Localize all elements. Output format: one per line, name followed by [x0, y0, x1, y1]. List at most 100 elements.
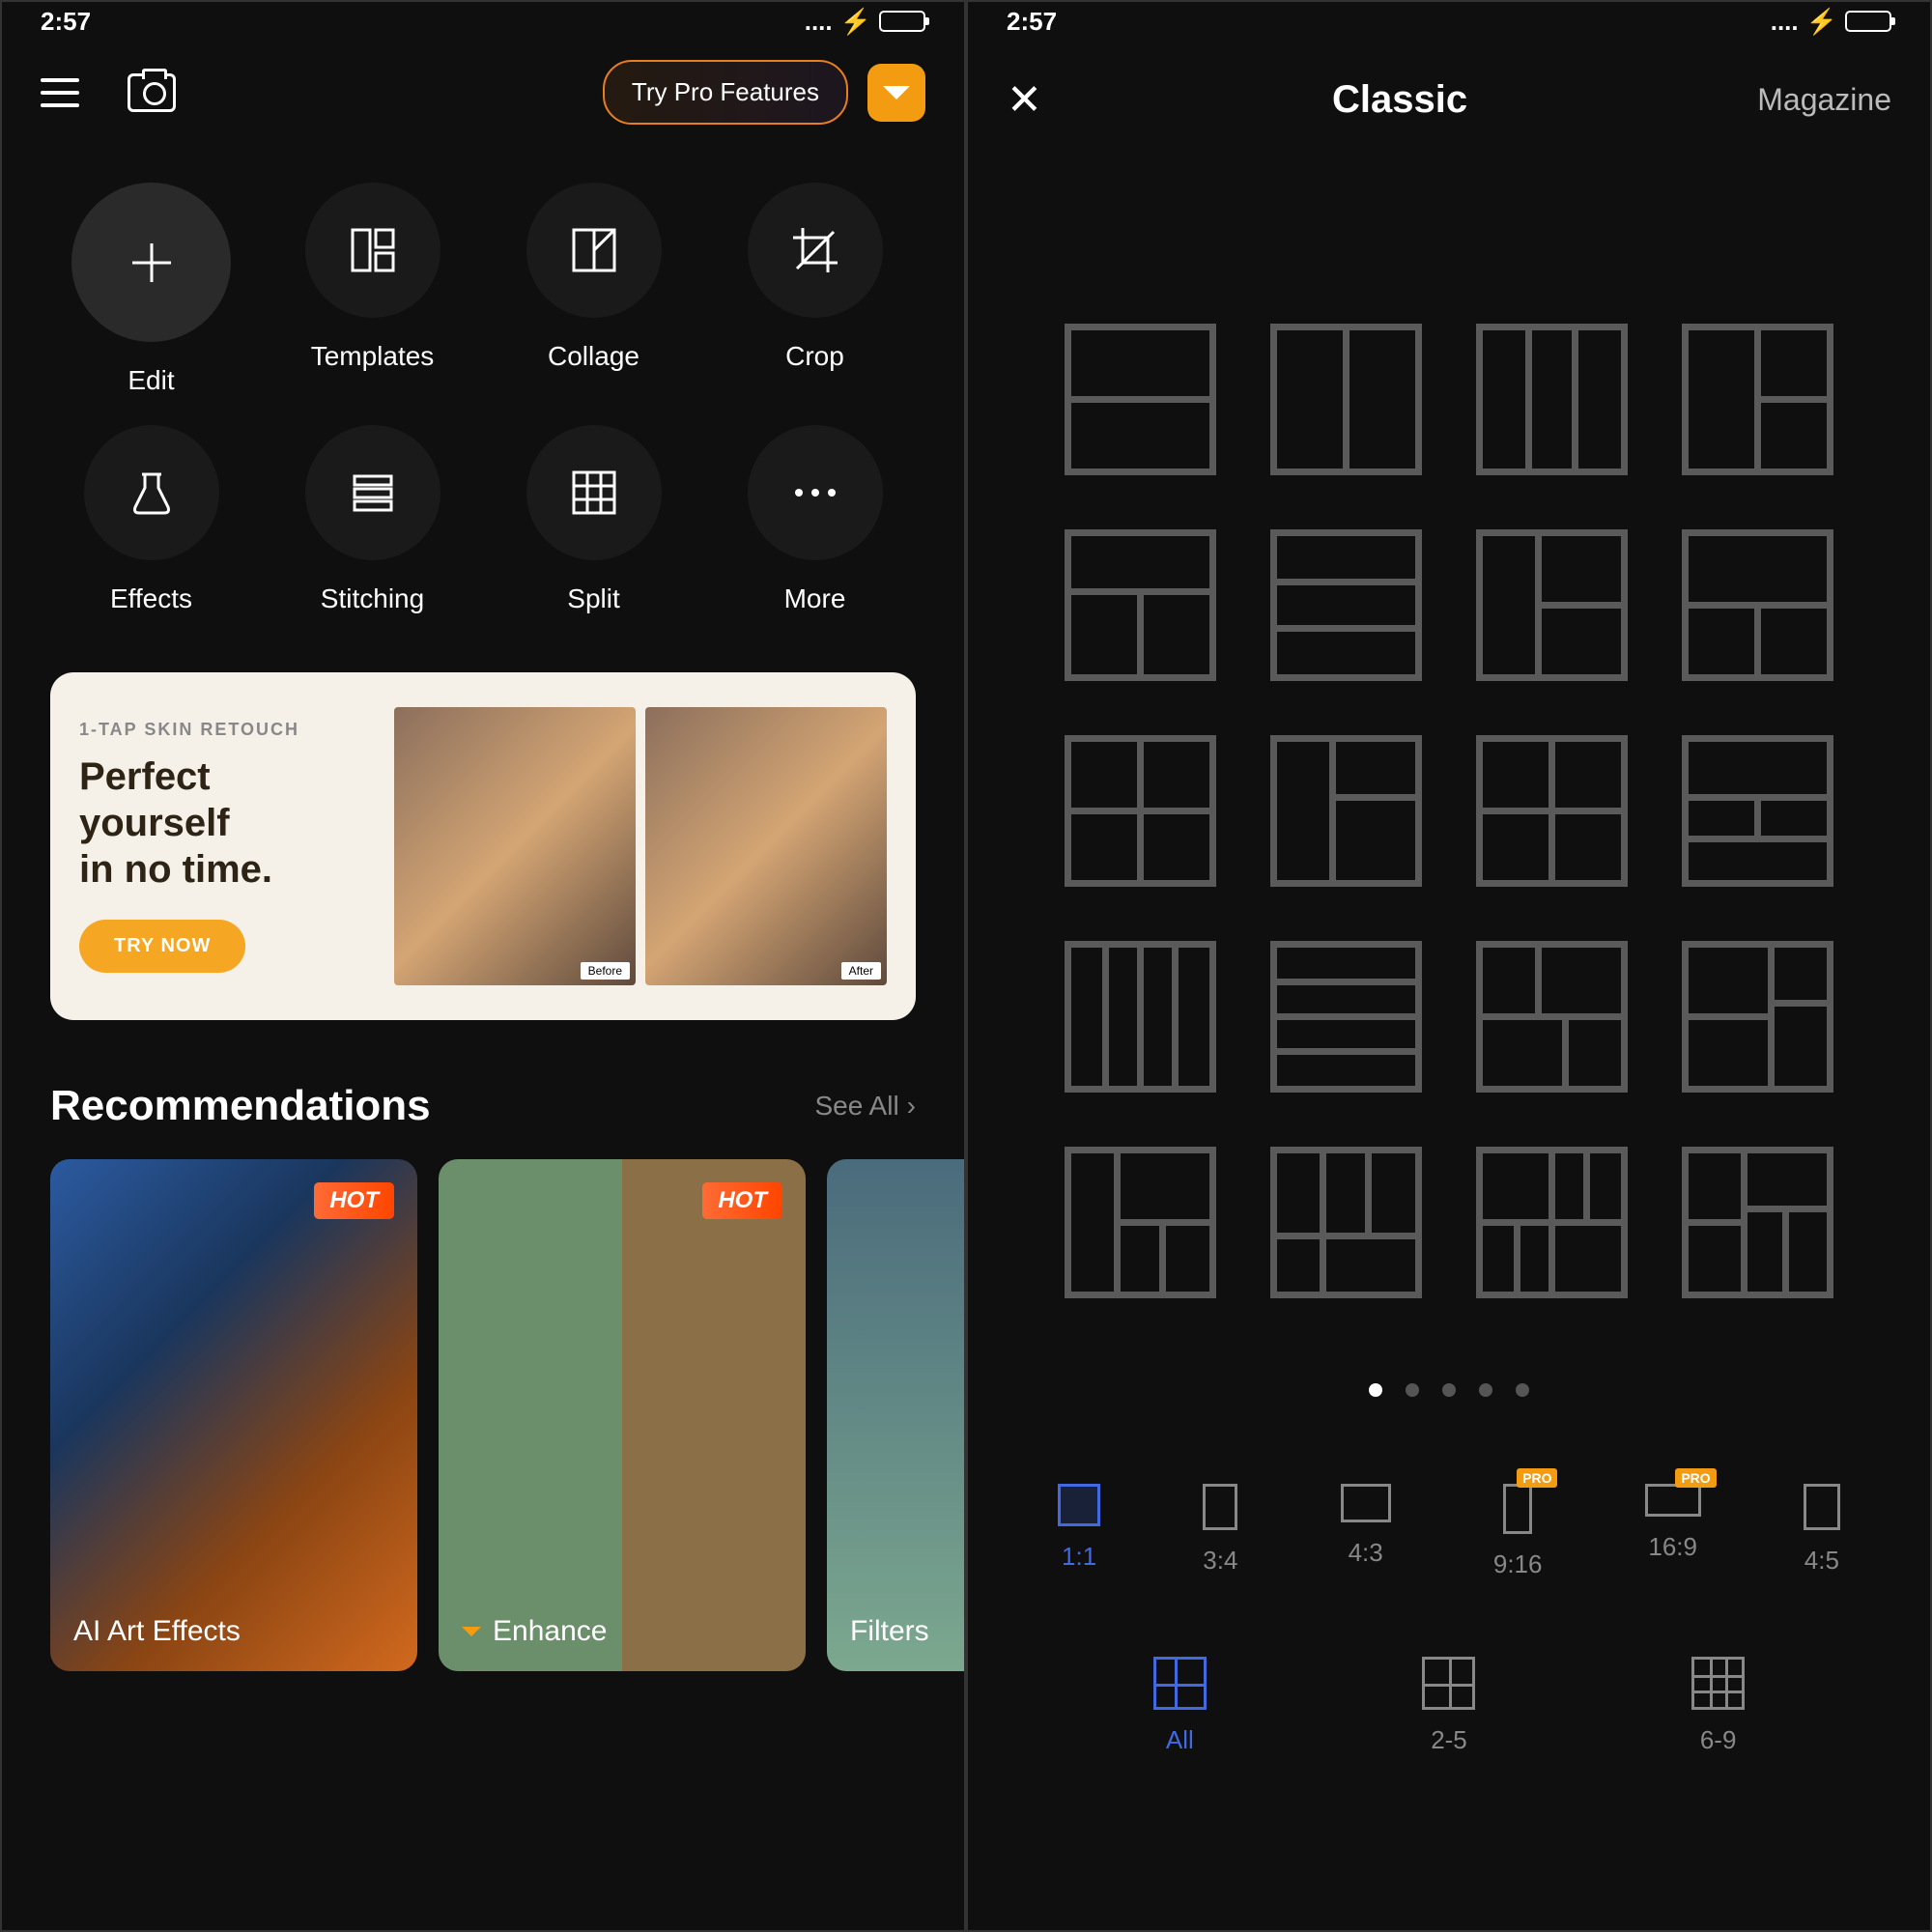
try-pro-button[interactable]: Try Pro Features	[603, 60, 848, 125]
collage-layout-option[interactable]	[1065, 941, 1216, 1093]
collage-layout-option[interactable]	[1476, 941, 1628, 1093]
ratio-label: 16:9	[1648, 1532, 1697, 1562]
collage-layout-option[interactable]	[1065, 735, 1216, 887]
diamond-icon	[462, 1627, 481, 1646]
collage-icon	[526, 183, 662, 318]
collage-layout-option[interactable]	[1476, 735, 1628, 887]
collage-header: ✕ Classic Magazine	[968, 41, 1930, 159]
grid-type-label: 6-9	[1700, 1725, 1737, 1755]
recommendations-title: Recommendations	[50, 1082, 431, 1130]
collage-layout-option[interactable]	[1270, 1147, 1422, 1298]
recommendation-label: Filters	[850, 1615, 929, 1648]
page-dot[interactable]	[1479, 1383, 1492, 1397]
grid-type-option[interactable]: 6-9	[1691, 1657, 1745, 1755]
collage-layout-option[interactable]	[1682, 324, 1833, 475]
collage-layout-option[interactable]	[1682, 1147, 1833, 1298]
page-title: Classic	[1332, 78, 1467, 122]
promo-banner[interactable]: 1-TAP SKIN RETOUCH Perfect yourself in n…	[50, 672, 916, 1020]
collage-layout-option[interactable]	[1682, 941, 1833, 1093]
aspect-ratio-option[interactable]: 1:1	[1058, 1484, 1100, 1579]
tool-edit[interactable]: Edit	[50, 183, 252, 396]
premium-button[interactable]	[867, 64, 925, 122]
ratio-icon	[1804, 1484, 1840, 1530]
ratio-icon	[1203, 1484, 1237, 1530]
grid-type-option[interactable]: All	[1153, 1657, 1207, 1755]
tool-collage[interactable]: Collage	[493, 183, 695, 396]
tool-grid: EditTemplatesCollageCrop Effects Stitching…	[2, 163, 964, 653]
grid-type-option[interactable]: 2-5	[1422, 1657, 1475, 1755]
recommendation-card[interactable]: HOTEnhance	[439, 1159, 806, 1671]
tool-stitching[interactable]: Stitching	[271, 425, 473, 614]
page-dot[interactable]	[1406, 1383, 1419, 1397]
templates-icon	[305, 183, 440, 318]
page-indicator	[968, 1356, 1930, 1484]
grid-type-icon	[1691, 1657, 1745, 1710]
recommendation-card[interactable]: Filters	[827, 1159, 964, 1671]
edit-icon	[71, 183, 231, 342]
tool-more[interactable]: More	[714, 425, 916, 614]
collage-layout-option[interactable]	[1270, 529, 1422, 681]
recommendation-label: AI Art Effects	[73, 1615, 241, 1648]
grid-type-label: 2-5	[1431, 1725, 1467, 1755]
battery-icon	[1845, 11, 1891, 32]
promo-before-image: Before	[394, 707, 636, 985]
stitching-icon	[305, 425, 440, 560]
collage-layout-option[interactable]	[1065, 529, 1216, 681]
aspect-ratio-option[interactable]: PRO9:16	[1493, 1484, 1543, 1579]
tool-split[interactable]: Split	[493, 425, 695, 614]
collage-layouts-grid	[968, 159, 1930, 1356]
collage-layout-option[interactable]	[1270, 735, 1422, 887]
page-dot[interactable]	[1442, 1383, 1456, 1397]
recommendations-row[interactable]: HOT AI Art Effects HOTEnhance Filters	[2, 1159, 964, 1671]
pro-badge: PRO	[1517, 1468, 1557, 1488]
menu-icon[interactable]	[41, 78, 79, 107]
collage-layout-option[interactable]	[1476, 1147, 1628, 1298]
collage-layout-option[interactable]	[1476, 324, 1628, 475]
status-bar: 2:57 .... ⚡	[968, 2, 1930, 41]
tool-effects[interactable]: Effects	[50, 425, 252, 614]
aspect-ratio-row: 1:1 3:4 4:3 PRO9:16 PRO16:9 4:5	[968, 1484, 1930, 1628]
close-icon[interactable]: ✕	[1007, 75, 1042, 125]
hot-badge: HOT	[314, 1182, 394, 1219]
promo-cta-button[interactable]: TRY NOW	[79, 920, 245, 973]
tool-label: Effects	[110, 583, 192, 614]
collage-layout-option[interactable]	[1270, 324, 1422, 475]
recommendations-header: Recommendations See All ›	[2, 1039, 964, 1159]
ratio-label: 4:3	[1349, 1538, 1383, 1568]
collage-classic-screen: 2:57 .... ⚡ ✕ Classic Magazine 1:1 3:4 4:3…	[966, 0, 1932, 1932]
page-dot[interactable]	[1516, 1383, 1529, 1397]
effects-icon	[84, 425, 219, 560]
camera-icon[interactable]	[128, 73, 176, 112]
diamond-icon	[883, 86, 910, 113]
promo-after-image: After	[645, 707, 887, 985]
tool-crop[interactable]: Crop	[714, 183, 916, 396]
collage-layout-option[interactable]	[1682, 529, 1833, 681]
aspect-ratio-option[interactable]: 3:4	[1203, 1484, 1237, 1579]
page-dot[interactable]	[1369, 1383, 1382, 1397]
collage-layout-option[interactable]	[1476, 529, 1628, 681]
home-screen: 2:57 .... ⚡ Try Pro Features EditTemplat…	[0, 0, 966, 1932]
more-icon	[748, 425, 883, 560]
grid-type-row: All 2-5 6-9	[968, 1628, 1930, 1794]
signal-dots-icon: ....	[805, 7, 833, 37]
recommendation-card[interactable]: HOT AI Art Effects	[50, 1159, 417, 1671]
collage-layout-option[interactable]	[1065, 1147, 1216, 1298]
collage-layout-option[interactable]	[1682, 735, 1833, 887]
collage-layout-option[interactable]	[1270, 941, 1422, 1093]
tool-label: More	[784, 583, 846, 614]
collage-layout-option[interactable]	[1065, 324, 1216, 475]
see-all-button[interactable]: See All ›	[815, 1091, 917, 1122]
aspect-ratio-option[interactable]: 4:3	[1341, 1484, 1391, 1579]
lightning-icon: ⚡	[840, 7, 871, 37]
hot-badge: HOT	[702, 1182, 782, 1219]
before-label: Before	[581, 962, 630, 980]
aspect-ratio-option[interactable]: 4:5	[1804, 1484, 1840, 1579]
tool-label: Split	[567, 583, 619, 614]
ratio-icon	[1058, 1484, 1100, 1526]
magazine-tab[interactable]: Magazine	[1757, 82, 1891, 118]
tool-templates[interactable]: Templates	[271, 183, 473, 396]
aspect-ratio-option[interactable]: PRO16:9	[1645, 1484, 1701, 1579]
grid-type-label: All	[1166, 1725, 1194, 1755]
ratio-icon	[1645, 1484, 1701, 1517]
tool-label: Stitching	[321, 583, 424, 614]
